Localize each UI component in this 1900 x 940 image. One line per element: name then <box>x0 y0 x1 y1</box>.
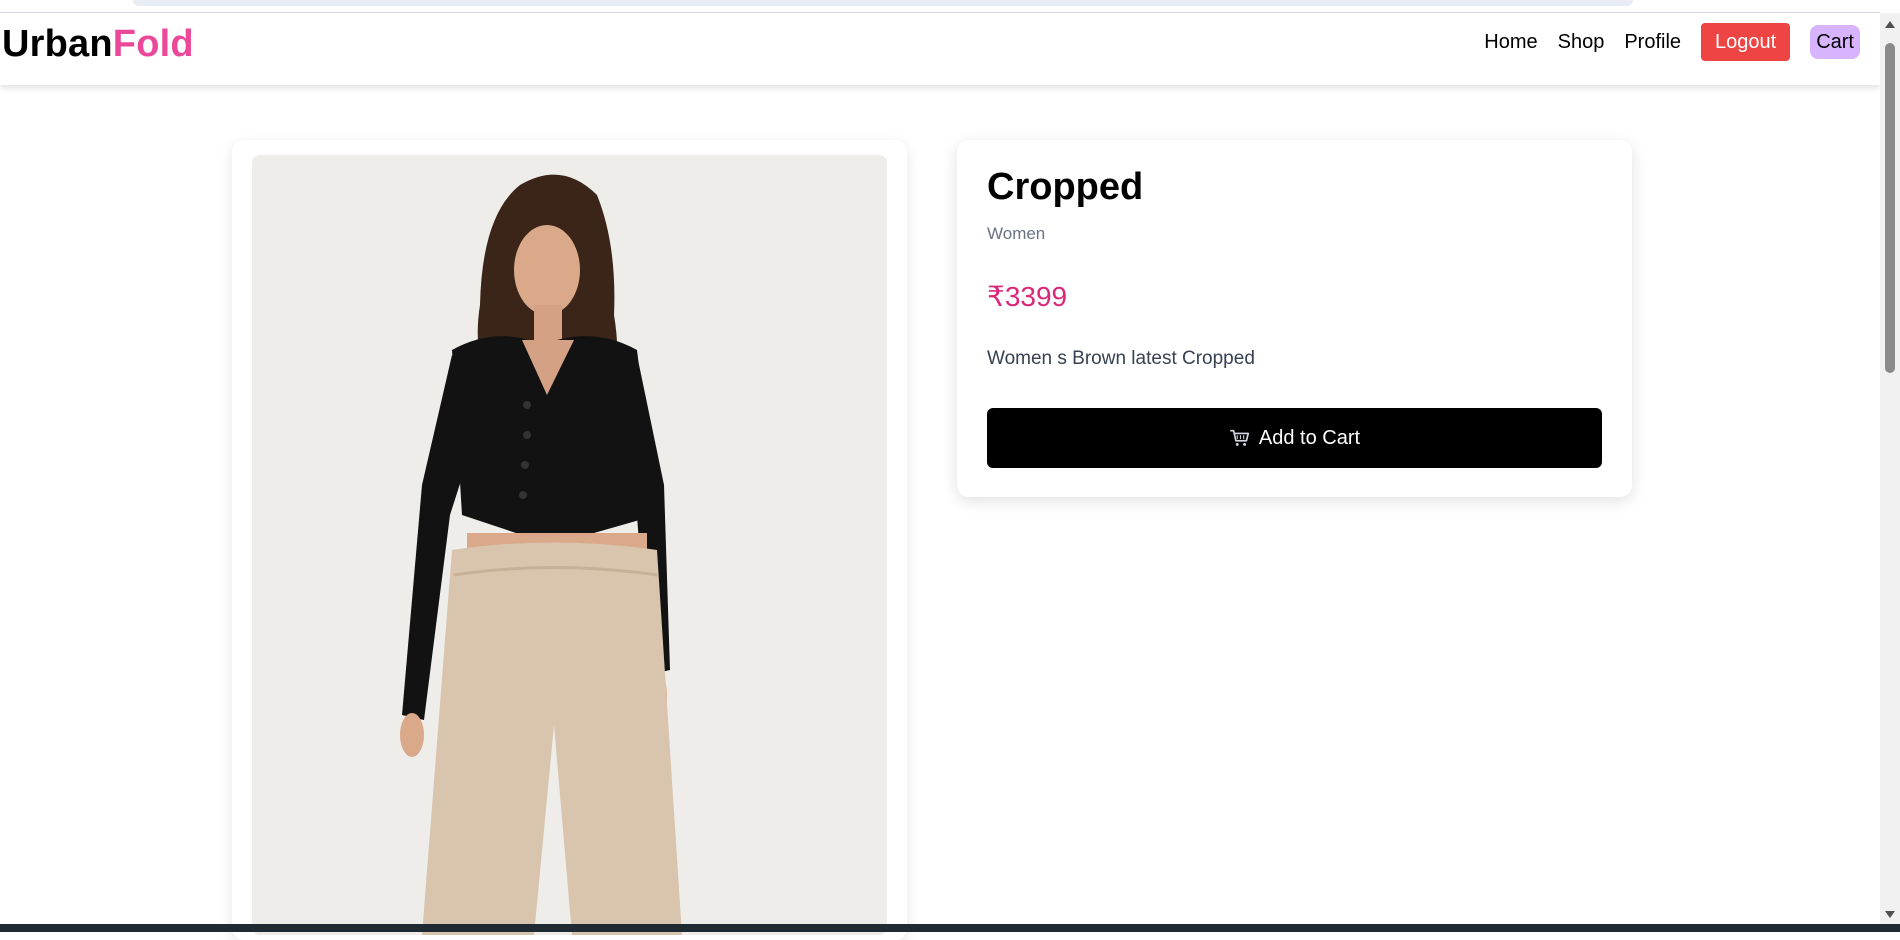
logo[interactable]: UrbanFold <box>2 23 194 66</box>
product-description: Women s Brown latest Cropped <box>987 348 1255 369</box>
scroll-up-arrow-icon[interactable] <box>1885 21 1895 28</box>
product-info-card: Cropped Women ₹3399 Women s Brown latest… <box>957 140 1632 497</box>
cart-button[interactable]: Cart <box>1810 25 1860 59</box>
product-photo-illustration <box>252 155 887 935</box>
cart-icon <box>1229 427 1251 449</box>
scroll-thumb[interactable] <box>1885 43 1895 373</box>
navbar: UrbanFold Home Shop Profile Logout Cart <box>0 13 1880 85</box>
nav-profile-link[interactable]: Profile <box>1624 31 1681 54</box>
product-price: ₹3399 <box>987 281 1068 312</box>
logo-urban: Urban <box>2 23 113 65</box>
bottom-taskbar-strip <box>0 924 1900 932</box>
logout-button[interactable]: Logout <box>1701 23 1791 61</box>
browser-top-strip <box>0 0 1880 13</box>
logo-fold: Fold <box>112 23 194 65</box>
product-image-card <box>232 140 907 940</box>
scroll-down-arrow-icon[interactable] <box>1885 911 1895 918</box>
product-category: Women <box>987 224 1046 243</box>
page-scrollbar[interactable] <box>1880 13 1900 924</box>
nav-links: Home Shop Profile Logout Cart <box>1484 23 1860 61</box>
product-image <box>252 155 887 935</box>
browser-tab-strip <box>133 0 1633 6</box>
nav-home-link[interactable]: Home <box>1484 31 1537 54</box>
nav-shop-link[interactable]: Shop <box>1558 31 1605 54</box>
add-to-cart-label: Add to Cart <box>1258 426 1361 449</box>
add-to-cart-button[interactable]: Add to Cart <box>987 408 1602 468</box>
product-title: Cropped <box>987 166 1144 208</box>
